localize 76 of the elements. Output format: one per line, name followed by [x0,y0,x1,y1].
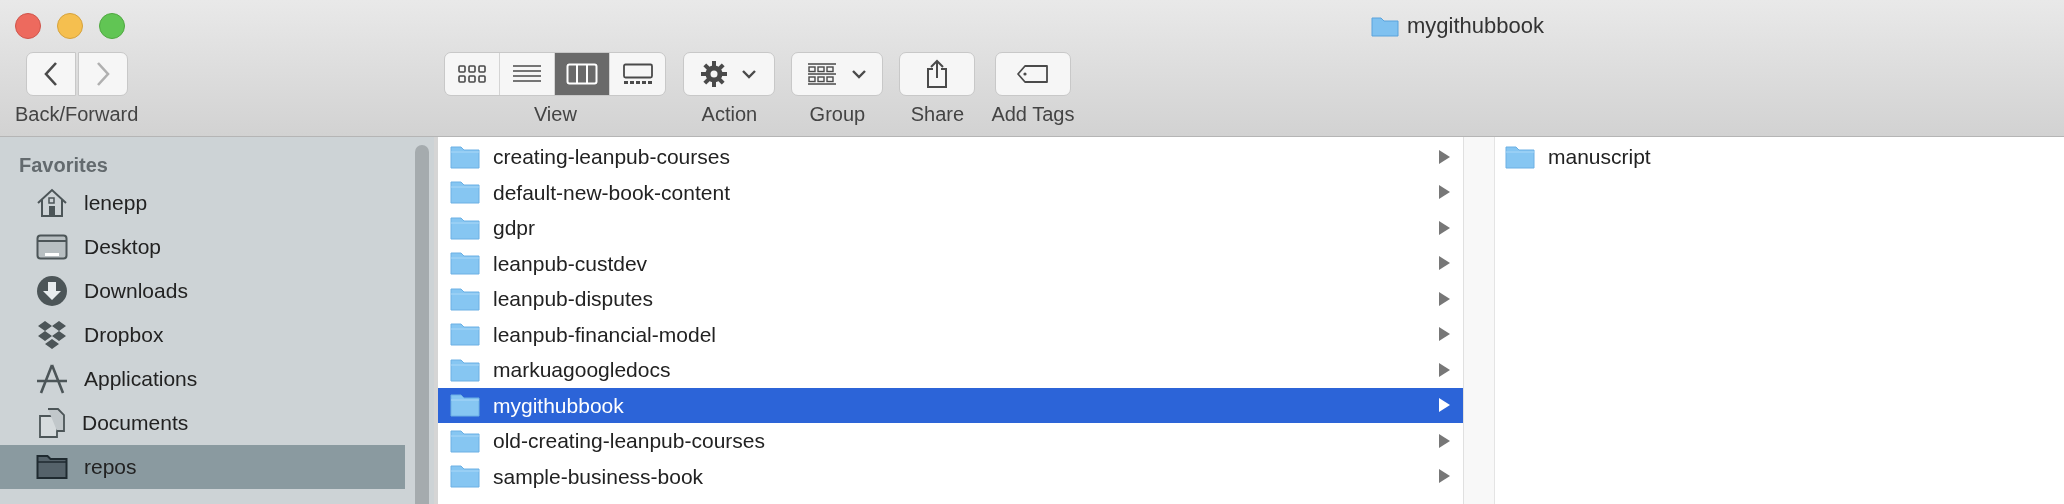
folder-row[interactable]: leanpub-financial-model [438,316,1463,352]
folder-icon [450,144,480,169]
view-mode-button[interactable] [500,53,556,95]
toolbar-label: View [533,102,577,126]
sidebar-item[interactable]: Documents [0,401,405,445]
folder-icon [36,454,68,480]
chevron-left-icon [42,61,59,87]
expand-arrow-icon [1438,326,1451,343]
group-button[interactable] [791,52,884,96]
folder-row[interactable]: leanpub-custdev [438,245,1463,281]
folder-row[interactable]: old-creating-leanpub-courses [438,423,1463,459]
folder-row[interactable]: markuagoogledocs [438,352,1463,388]
folder-row[interactable]: creating-leanpub-courses [438,139,1463,175]
toolbar-label: Group [809,102,866,126]
sidebar-item[interactable]: repos [0,445,405,489]
document-icon [36,407,66,439]
scrollbar[interactable] [415,145,429,504]
expand-arrow-icon [1438,361,1451,378]
expand-arrow-icon [1438,184,1451,201]
view-mode-button[interactable] [610,53,666,95]
back-button[interactable] [25,52,76,96]
expand-arrow-icon [1438,397,1451,414]
desktop-icon [36,234,68,260]
folder-icon [450,393,480,418]
close-button[interactable] [15,13,41,39]
gear-icon [701,61,728,87]
folder-row[interactable]: leanpub-disputes [438,281,1463,317]
folder-row[interactable]: mygithubbook [438,387,1463,423]
share-button[interactable] [899,52,976,96]
folder-icon [450,428,480,453]
sidebar-item[interactable]: Downloads [0,269,405,313]
window-title: mygithubbook [1407,12,1544,40]
sidebar-heading: Favorites [18,153,109,178]
expand-arrow-icon [1438,255,1451,272]
toolbar-label: Add Tags [991,102,1075,126]
list-icon [512,64,543,84]
expand-arrow-icon [1438,468,1451,485]
sidebar-item[interactable]: Dropbox [0,313,405,357]
toolbar-label: Share [910,102,965,126]
folder-icon [450,251,480,276]
folder-icon [450,322,480,347]
folder-icon [450,180,480,205]
folder-icon [450,215,480,240]
folder-row[interactable]: default-new-book-content [438,174,1463,210]
house-icon [36,188,68,218]
sidebar-item[interactable]: Applications [0,357,405,401]
folder-row[interactable]: sample-business-book [438,458,1463,494]
expand-arrow-icon [1438,432,1451,449]
tag-icon [1015,64,1050,84]
expand-arrow-icon [1438,290,1451,307]
gallery-icon [621,63,654,85]
group-icon [807,63,838,85]
folder-icon [1371,14,1399,37]
chevron-right-icon [94,61,111,87]
add-tags-button[interactable] [994,52,1071,96]
folder-row[interactable]: manuscript [1495,139,2064,175]
download-icon [36,275,68,307]
toolbar-label: Action [701,102,758,126]
folder-icon [450,464,480,489]
folder-icon [1505,144,1535,169]
expand-arrow-icon [1438,219,1451,236]
expand-arrow-icon [1438,148,1451,165]
columns-icon [566,63,599,85]
grid-icon [457,64,488,84]
action-button[interactable] [683,52,776,96]
sidebar-item[interactable]: Desktop [0,225,405,269]
share-icon [926,59,949,89]
view-mode-button[interactable] [445,53,501,95]
folder-icon [450,286,480,311]
folder-row[interactable]: gdpr [438,210,1463,246]
caret-icon [851,69,868,79]
view-mode-button[interactable] [555,53,611,95]
sidebar-item[interactable]: lenepp [0,181,405,225]
folder-icon [450,357,480,382]
toolbar-label: Back/Forward [15,102,139,126]
caret-icon [741,69,758,79]
